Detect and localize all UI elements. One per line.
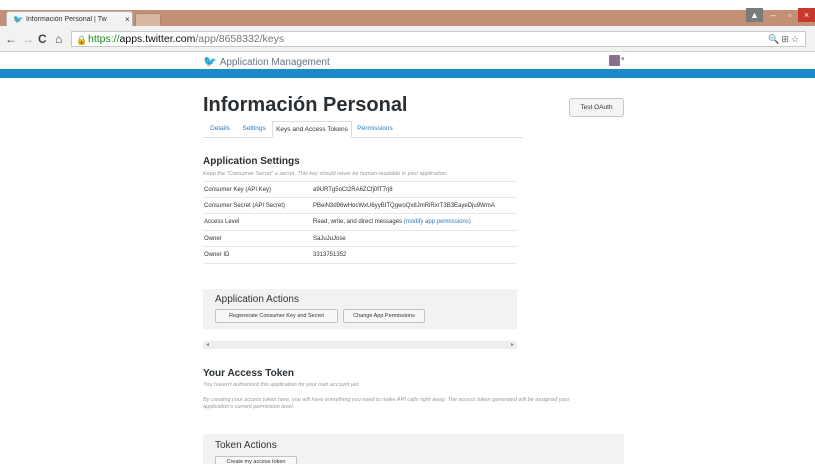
- row-key: Consumer Secret (API Secret): [204, 202, 286, 209]
- settings-table: Consumer Key (API Key) a9URTg5oCt2RA6ZCf…: [203, 181, 517, 264]
- table-row: Owner ID 3313751352: [203, 247, 517, 264]
- tab-keys-and-access-tokens[interactable]: Keys and Access Tokens: [272, 121, 352, 138]
- translate-icon[interactable]: ⊞: [781, 34, 791, 44]
- omnibox-actions: 🔍⊞☆: [768, 32, 801, 46]
- row-key: Access Level: [204, 219, 240, 226]
- close-button[interactable]: ×: [798, 8, 815, 22]
- browser-toolbar: ← → C ⌂ 🔒 https://apps.twitter.com/app/8…: [0, 26, 815, 52]
- token-actions-panel: Token Actions Create my access token: [203, 434, 624, 464]
- create-access-token-button[interactable]: Create my access token: [215, 456, 297, 464]
- token-actions-title: Token Actions: [215, 440, 277, 451]
- chevron-down-icon[interactable]: ▾: [621, 55, 625, 63]
- tab-details[interactable]: Details: [208, 121, 232, 138]
- horizontal-scrollbar[interactable]: ◂ ▸: [203, 341, 517, 349]
- user-icon[interactable]: ▲: [746, 8, 763, 22]
- row-key: Owner ID: [204, 252, 230, 259]
- owner-value: SaJuJuJose: [313, 235, 346, 242]
- access-level-text: Read, write, and direct messages: [313, 219, 403, 226]
- brand-label: Application Management: [219, 57, 330, 68]
- application-actions-panel: Application Actions Regenerate Consumer …: [203, 289, 517, 329]
- consumer-secret-value: PBeiN3d96wHocWxU6yyBITQgwoQx8JmRiRxrT3B3…: [313, 202, 495, 209]
- twitter-bird-icon: 🐦: [203, 56, 217, 68]
- application-settings-title: Application Settings: [203, 156, 300, 167]
- minimize-button[interactable]: –: [764, 8, 782, 22]
- app-tabs: Details Settings Keys and Access Tokens …: [203, 121, 523, 138]
- table-row: Consumer Key (API Key) a9URTg5oCt2RA6ZCf…: [203, 181, 517, 198]
- star-icon[interactable]: ☆: [791, 34, 801, 44]
- app-header: 🐦 Application Management ▾: [0, 52, 815, 69]
- lock-icon: 🔒: [76, 35, 88, 45]
- test-oauth-button[interactable]: Test OAuth: [569, 98, 624, 117]
- tab-permissions[interactable]: Permissions: [357, 121, 393, 138]
- consumer-key-value: a9URTg5oCt2RA6ZCfj0fT7rj8: [313, 187, 393, 193]
- modify-permissions-link[interactable]: (modify app permissions): [404, 219, 471, 225]
- tab-title: Información Personal | Tw: [25, 15, 107, 23]
- table-row: Consumer Secret (API Secret) PBeiN3d96wH…: [203, 198, 517, 215]
- tab-close-icon[interactable]: ×: [125, 15, 130, 24]
- owner-id-value: 3313751352: [313, 252, 347, 259]
- forward-icon[interactable]: →: [22, 31, 34, 47]
- table-row: Access Level Read, write, and direct mes…: [203, 214, 517, 231]
- url-host: apps.twitter.com: [119, 33, 196, 45]
- application-settings-note: Keep the "Consumer Secret" a secret. Thi…: [203, 171, 448, 177]
- url-path: /app/8658332/keys: [195, 33, 285, 45]
- access-token-description-cont: application's current permission level.: [203, 404, 295, 410]
- home-icon[interactable]: ⌂: [55, 31, 62, 47]
- app-brand[interactable]: 🐦 Application Management: [203, 55, 330, 68]
- row-key: Consumer Key (API Key): [204, 187, 272, 193]
- twitter-bird-icon: 🐦: [13, 14, 23, 24]
- reload-icon[interactable]: C: [38, 31, 47, 47]
- header-blue-bar: [0, 69, 815, 78]
- browser-tab[interactable]: 🐦 Información Personal | Tw ×: [6, 11, 133, 26]
- maximize-button[interactable]: ▫: [782, 8, 798, 22]
- zoom-icon[interactable]: 🔍: [768, 34, 781, 44]
- scroll-right-icon[interactable]: ▸: [511, 341, 514, 348]
- url-scheme: https://: [88, 33, 120, 45]
- regenerate-keys-button[interactable]: Regenerate Consumer Key and Secret: [215, 309, 338, 323]
- access-token-description: By creating your access token here, you …: [203, 397, 570, 403]
- back-icon[interactable]: ←: [5, 31, 17, 47]
- avatar[interactable]: [609, 55, 620, 66]
- browser-titlebar: 🐦 Información Personal | Tw × ▲ – ▫ ×: [0, 0, 815, 26]
- application-actions-title: Application Actions: [215, 294, 299, 305]
- scroll-left-icon[interactable]: ◂: [206, 341, 209, 348]
- page-title: Información Personal: [203, 94, 408, 116]
- change-permissions-button[interactable]: Change App Permissions: [343, 309, 425, 323]
- access-token-title: Your Access Token: [203, 368, 294, 379]
- access-token-note: You haven't authorized this application …: [203, 382, 360, 388]
- access-level-value: Read, write, and direct messages (modify…: [313, 219, 471, 225]
- new-tab-button[interactable]: [135, 13, 161, 26]
- row-key: Owner: [204, 235, 222, 242]
- tab-settings[interactable]: Settings: [240, 121, 268, 138]
- address-bar[interactable]: 🔒 https://apps.twitter.com/app/8658332/k…: [71, 31, 806, 47]
- table-row: Owner SaJuJuJose: [203, 231, 517, 248]
